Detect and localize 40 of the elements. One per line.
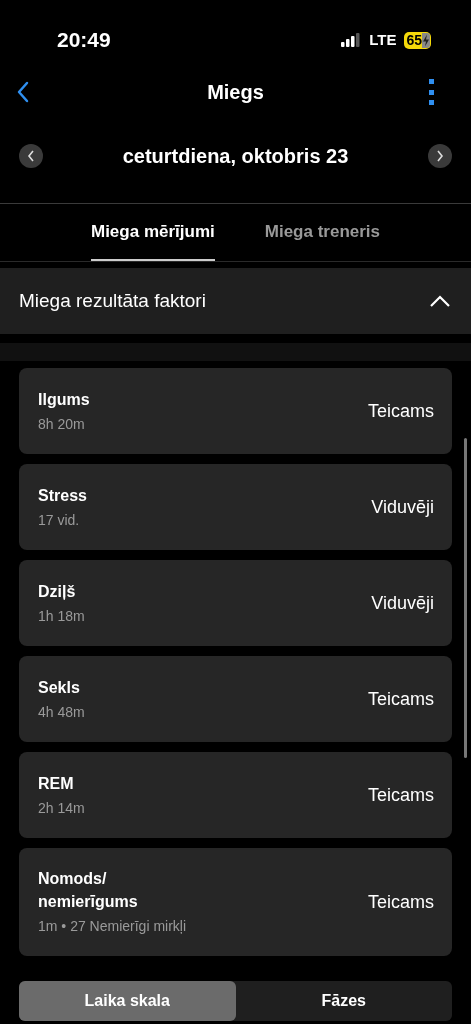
tab[interactable]: Miega treneris xyxy=(264,204,380,261)
section-header[interactable]: Miega rezultāta faktori xyxy=(0,268,471,334)
factor-name: Dziļš xyxy=(38,581,77,602)
factor-card[interactable]: Ilgums 8h 20m Teicams xyxy=(19,368,452,454)
factor-detail: 1m • 27 Nemierīgi mirkļi xyxy=(38,917,187,936)
factor-name: REM xyxy=(38,773,75,794)
previous-day-button[interactable] xyxy=(19,143,43,168)
chevron-left-icon xyxy=(27,149,35,162)
factor-detail: 17 vid. xyxy=(38,510,81,530)
segment-button[interactable]: Laika skala xyxy=(19,981,236,1021)
factor-detail: 2h 14m xyxy=(38,798,85,818)
factor-name: Nomods/ nemierīgums xyxy=(38,869,139,912)
signal-icon xyxy=(341,33,362,47)
factor-rating: Viduvēji xyxy=(371,495,434,519)
chevron-right-icon xyxy=(436,149,444,162)
factor-detail: 1h 18m xyxy=(38,606,85,626)
tab[interactable]: Miega mērījumi xyxy=(91,204,215,261)
factor-card[interactable]: Sekls 4h 48m Teicams xyxy=(19,656,452,742)
factor-card[interactable]: Nomods/ nemierīgums 1m • 27 Nemierīgi mirkļi Teicams xyxy=(19,848,452,956)
more-options-icon[interactable] xyxy=(427,79,435,105)
factor-card[interactable]: Stress 17 vid. Viduvēji xyxy=(19,464,452,550)
status-time: 20:49 xyxy=(57,27,111,54)
factor-name: Stress xyxy=(38,485,87,506)
date-label: ceturtdiena, oktobris 23 xyxy=(122,143,349,169)
factor-card[interactable]: REM 2h 14m Teicams xyxy=(19,752,452,838)
battery-indicator: 65 xyxy=(404,31,431,49)
factor-detail: 8h 20m xyxy=(38,414,86,434)
factor-detail: 4h 48m xyxy=(38,702,85,722)
factor-rating: Teicams xyxy=(368,687,434,711)
network-label: LTE xyxy=(369,29,397,50)
next-day-button[interactable] xyxy=(428,143,452,168)
factor-name: Sekls xyxy=(38,677,81,698)
factor-name: Ilgums xyxy=(38,389,90,410)
factor-rating: Viduvēji xyxy=(371,591,434,615)
page-title: Miegs xyxy=(207,80,264,105)
factor-rating: Teicams xyxy=(368,399,434,423)
segment-button[interactable]: Fāzes xyxy=(235,981,452,1021)
factor-rating: Teicams xyxy=(368,783,434,807)
factor-card[interactable]: Dziļš 1h 18m Viduvēji xyxy=(19,560,452,646)
factor-rating: Teicams xyxy=(368,890,434,914)
